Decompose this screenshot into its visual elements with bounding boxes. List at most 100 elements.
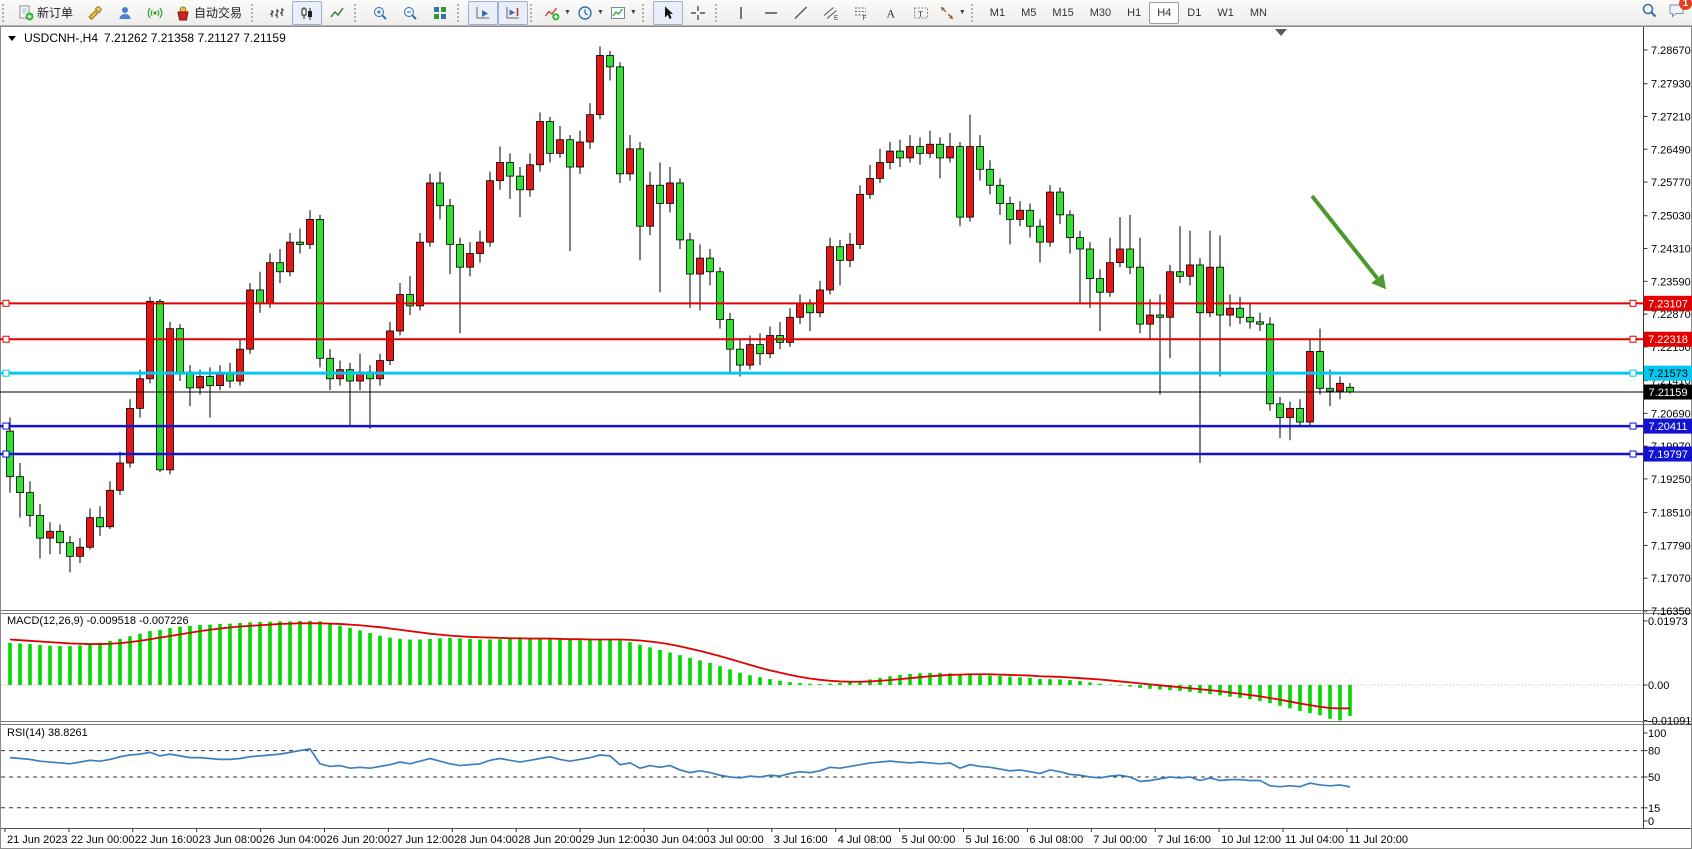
axis-label: 7.26490	[1651, 144, 1691, 156]
text-button[interactable]: A	[876, 1, 906, 25]
crosshair-button[interactable]	[683, 1, 713, 25]
line-chart-button[interactable]	[322, 1, 352, 25]
timeframe-m1[interactable]: M1	[982, 2, 1013, 24]
periods-button[interactable]: ▼	[574, 1, 607, 25]
timeframe-h1[interactable]: H1	[1119, 2, 1149, 24]
toolbar-grip	[642, 4, 651, 22]
candle-body	[1127, 249, 1134, 267]
horizontal-line-button[interactable]	[756, 1, 786, 25]
market-watch-icon	[117, 5, 133, 21]
candle-body	[1067, 215, 1074, 238]
candle-body	[667, 183, 674, 203]
candle-body	[417, 242, 424, 306]
bar-chart-button[interactable]	[262, 1, 292, 25]
toolbar-grip	[530, 4, 539, 22]
line-handle[interactable]	[1630, 370, 1636, 376]
candle-body	[977, 147, 984, 170]
candlestick-icon	[299, 5, 315, 21]
styler-button[interactable]	[80, 1, 110, 25]
chart-shift-button[interactable]	[498, 1, 528, 25]
candle-body	[717, 272, 724, 320]
line-handle[interactable]	[3, 300, 9, 306]
line-handle[interactable]	[1630, 336, 1636, 342]
line-handle[interactable]	[1630, 451, 1636, 457]
line-handle[interactable]	[3, 370, 9, 376]
autotrade-button[interactable]: 自动交易	[170, 1, 249, 25]
toolbar-grip	[251, 4, 260, 22]
templates-button[interactable]: ▼	[607, 1, 640, 25]
axis-label: 15	[1648, 803, 1660, 815]
zoom-out-icon	[402, 5, 418, 21]
candle-body	[937, 144, 944, 158]
signal-icon	[147, 5, 163, 21]
axis-label: 7.25030	[1651, 211, 1691, 223]
chat-button[interactable]: 1	[1668, 2, 1686, 24]
candlestick-button[interactable]	[292, 1, 322, 25]
svg-text:F: F	[862, 15, 866, 21]
candle-body	[277, 263, 284, 272]
timeframe-w1[interactable]: W1	[1209, 2, 1242, 24]
cursor-button[interactable]	[653, 1, 683, 25]
market-watch-button[interactable]	[110, 1, 140, 25]
search-button[interactable]	[1641, 2, 1658, 24]
timeframe-mn[interactable]: MN	[1242, 2, 1275, 24]
timeframe-d1[interactable]: D1	[1179, 2, 1209, 24]
line-handle[interactable]	[3, 423, 9, 429]
axis-label: 100	[1648, 728, 1666, 740]
new-order-button[interactable]: 新订单	[13, 1, 80, 25]
text-icon: A	[883, 5, 899, 21]
candle-body	[1217, 267, 1224, 315]
candle-body	[547, 121, 554, 153]
auto-scroll-button[interactable]	[468, 1, 498, 25]
candle-body	[597, 55, 604, 114]
channel-button[interactable]: E	[816, 1, 846, 25]
arrows-button[interactable]: ▼	[936, 1, 969, 25]
line-handle[interactable]	[1630, 300, 1636, 306]
candle-body	[1167, 272, 1174, 318]
zoom-in-button[interactable]	[365, 1, 395, 25]
candle-body	[637, 149, 644, 226]
candle-body	[257, 290, 264, 304]
timeframe-h4[interactable]: H4	[1149, 2, 1179, 24]
trendline-button[interactable]	[786, 1, 816, 25]
axis-label: 7 Jul 00:00	[1093, 834, 1147, 846]
candle-body	[1057, 192, 1064, 215]
bar-chart-icon	[269, 5, 285, 21]
axis-label: 0.00	[1648, 680, 1669, 692]
line-handle[interactable]	[1630, 423, 1636, 429]
signals-button[interactable]	[140, 1, 170, 25]
text-label-button[interactable]: T	[906, 1, 936, 25]
timeframe-m5[interactable]: M5	[1013, 2, 1044, 24]
axis-label: -0.010911	[1648, 715, 1692, 727]
axis-label: 7.17070	[1651, 573, 1691, 585]
axis-label: 5 Jul 00:00	[902, 834, 956, 846]
chart-title-bar[interactable]: USDCNH-,H4 7.21262 7.21358 7.21127 7.211…	[8, 31, 286, 45]
timeframe-m30[interactable]: M30	[1082, 2, 1119, 24]
fibonacci-button[interactable]: F	[846, 1, 876, 25]
candle-body	[377, 361, 384, 379]
candle-body	[697, 258, 704, 274]
timeframe-m15[interactable]: M15	[1044, 2, 1081, 24]
candle-body	[247, 290, 254, 349]
candle-body	[1187, 265, 1194, 276]
line-handle[interactable]	[3, 336, 9, 342]
candle-body	[967, 147, 974, 218]
candle-body	[1047, 192, 1054, 242]
line-handle[interactable]	[3, 451, 9, 457]
zoom-out-button[interactable]	[395, 1, 425, 25]
chart-canvas[interactable]: 7.286707.279307.272107.264907.257707.250…	[0, 0, 1692, 849]
fibonacci-icon: F	[853, 5, 869, 21]
chart-symbol-period: USDCNH-,H4	[24, 31, 98, 45]
candle-body	[1317, 351, 1324, 388]
candle-body	[647, 185, 654, 226]
toolbar-grip	[715, 4, 724, 22]
axis-label: 7.27930	[1651, 79, 1691, 91]
candle-body	[487, 181, 494, 242]
candle-body	[947, 147, 954, 158]
indicators-button[interactable]: ▼	[541, 1, 574, 25]
tile-windows-button[interactable]	[425, 1, 455, 25]
axis-label: 7.20411	[1649, 421, 1688, 433]
axis-label: 7.27210	[1651, 111, 1691, 123]
vertical-line-button[interactable]	[726, 1, 756, 25]
candle-body	[1087, 249, 1094, 279]
